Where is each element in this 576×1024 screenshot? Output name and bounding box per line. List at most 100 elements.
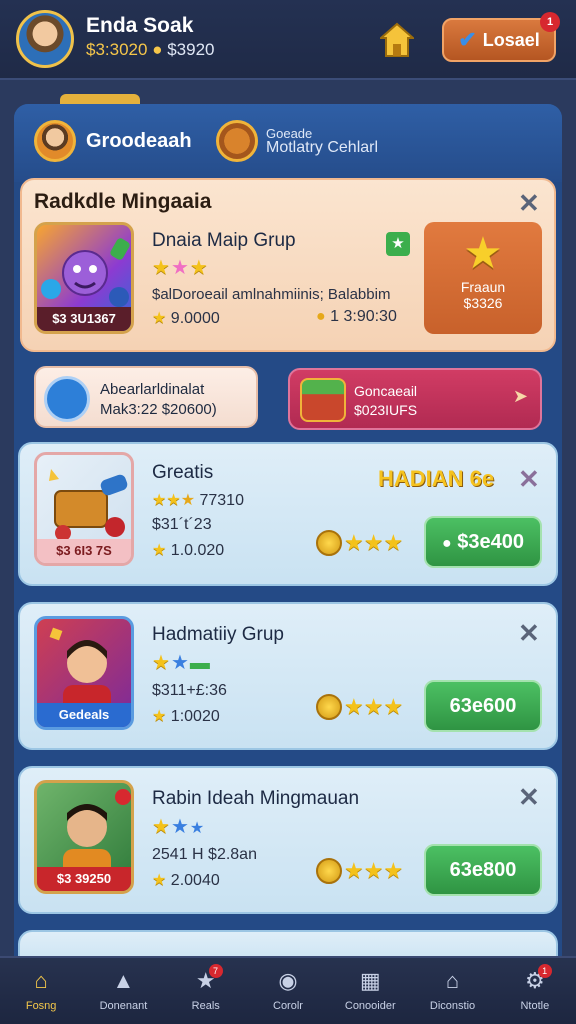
rating-stars: ★★★ bbox=[152, 814, 205, 839]
player-avatar[interactable] bbox=[16, 10, 74, 68]
coin-stars: ★★★ bbox=[316, 694, 403, 720]
rating-stars: ★★▬ bbox=[152, 650, 211, 675]
nav-item-circle[interactable]: ◉ Corolr bbox=[247, 958, 329, 1024]
board-icon: ▦ bbox=[359, 968, 381, 993]
nav-label: Donenant bbox=[99, 1000, 148, 1012]
tab-label: Groodeaah bbox=[86, 129, 192, 152]
stat-right: 1 3:90:30 bbox=[330, 308, 397, 325]
square-icon bbox=[44, 376, 90, 422]
nav-item-reals[interactable]: ★ Reals 7 bbox=[165, 958, 247, 1024]
tab-label: Motlatry Cehlarl bbox=[266, 139, 379, 156]
gift-box-icon bbox=[300, 378, 346, 422]
star-icon: ★★★ bbox=[344, 858, 404, 883]
star-icon: ★ bbox=[152, 310, 167, 327]
game-stat-2: 1.0.020 bbox=[170, 542, 225, 559]
reward-value: $3326 bbox=[463, 295, 503, 311]
promo-line2: $023IUFS bbox=[354, 402, 418, 418]
profile-icon bbox=[34, 120, 76, 162]
game-stat-1: $311+£:36 bbox=[152, 682, 227, 699]
section-title: Radkdle Mingaaia bbox=[34, 190, 212, 213]
coin-icon bbox=[316, 858, 342, 884]
coins-a: $3:3020 bbox=[86, 40, 148, 59]
tab-groodeaah[interactable]: Groodeaah bbox=[34, 120, 192, 162]
rating-text: 77310 bbox=[199, 492, 244, 509]
game-description: $alDoroeail amlnahmiinis; Balabbim bbox=[152, 286, 391, 303]
star-icon: ★ bbox=[152, 872, 167, 889]
notification-badge: 1 bbox=[540, 12, 560, 32]
coin-stars: ★★★ bbox=[316, 530, 403, 556]
check-icon: ✔ bbox=[458, 27, 477, 52]
promo-card-1[interactable]: Abearlarldinalat Mak3:22 $20600) bbox=[34, 366, 258, 428]
game-title: Rabin Ideah Mingmauan bbox=[152, 788, 360, 809]
load-label: Losael bbox=[482, 29, 540, 50]
bottom-nav: ⌂ Fosng ▲ Donenant ★ Reals 7 ◉ Corolr ▦ … bbox=[0, 956, 576, 1024]
nav-label: Corolr bbox=[273, 1000, 303, 1012]
promo-line1: Abearlarldinalat bbox=[100, 381, 205, 398]
game-thumbnail[interactable]: $3 3U1367 bbox=[34, 222, 134, 334]
nav-label: Conooider bbox=[344, 1000, 396, 1012]
big-star-icon: ★ bbox=[463, 229, 503, 278]
nav-item-building[interactable]: ⌂ Diconstio bbox=[411, 958, 493, 1024]
nav-item-cards[interactable]: ▲ Donenant bbox=[82, 958, 164, 1024]
star-icon: ★ bbox=[152, 708, 167, 725]
thumbnail-caption: $3 3U1367 bbox=[37, 307, 131, 331]
event-badge: HADIAN 6e bbox=[378, 466, 495, 491]
rating-stars: ★★★ bbox=[152, 255, 209, 280]
stat-left: 9.0000 bbox=[170, 310, 220, 327]
thumbnail-caption: Gedeals bbox=[37, 703, 131, 727]
game-thumbnail[interactable]: $3 6I3 7S bbox=[34, 452, 134, 566]
play-button-label: $3e400 bbox=[457, 531, 524, 553]
promo-card-2[interactable]: Goncaeail $023IUFS ➤ bbox=[288, 368, 542, 430]
game-title: Greatis bbox=[152, 462, 214, 483]
play-button-label: 63e800 bbox=[449, 859, 517, 881]
game-stat-1: $31´t´23 bbox=[152, 516, 212, 533]
top-bar: Enda Soak $3:3020 ● $3920 ✔ Losael 1 bbox=[0, 0, 576, 80]
star-icon: ★ bbox=[170, 652, 190, 674]
star-icon: ★ bbox=[152, 257, 171, 279]
notification-badge: 1 bbox=[537, 964, 552, 978]
star-icon: ★★★ bbox=[344, 530, 404, 555]
home-icon: ⌂ bbox=[34, 968, 48, 993]
game-thumbnail[interactable]: Gedeals bbox=[34, 616, 134, 730]
reward-button[interactable]: ★ Fraaun $3326 bbox=[424, 222, 542, 334]
close-icon[interactable]: ✕ bbox=[518, 782, 540, 813]
play-button[interactable]: 63e800 bbox=[424, 844, 542, 896]
chest-icon bbox=[216, 120, 258, 162]
coins-b: $3920 bbox=[167, 40, 215, 59]
star-half-icon: ★ bbox=[180, 492, 196, 509]
star-icon: ★ bbox=[189, 820, 206, 837]
nav-item-board[interactable]: ▦ Conooider bbox=[329, 958, 411, 1024]
star-icon: ★ bbox=[152, 542, 167, 559]
play-button[interactable]: 63e600 bbox=[424, 680, 542, 732]
promo-line2: Mak3:22 $20600) bbox=[100, 401, 217, 418]
game-title: Hadmatiiy Grup bbox=[152, 624, 284, 645]
coin-icon: ● bbox=[152, 40, 163, 59]
star-icon: ★ bbox=[152, 816, 171, 838]
cash-icon: ● bbox=[442, 535, 452, 552]
nav-label: Ntotle bbox=[520, 1000, 550, 1012]
game-thumbnail[interactable]: $3 39250 bbox=[34, 780, 134, 894]
close-icon[interactable]: ✕ bbox=[518, 188, 540, 219]
nav-item-home[interactable]: ⌂ Fosng bbox=[0, 958, 82, 1024]
load-button[interactable]: ✔ Losael 1 bbox=[442, 12, 560, 62]
circle-icon: ◉ bbox=[278, 968, 298, 993]
close-icon[interactable]: ✕ bbox=[518, 464, 540, 495]
coin-icon bbox=[316, 694, 342, 720]
thumbnail-caption: $3 6I3 7S bbox=[37, 539, 131, 563]
tab-motlatry[interactable]: Goeade Motlatry Cehlarl bbox=[216, 120, 378, 162]
play-button[interactable]: ● $3e400 bbox=[424, 516, 542, 568]
nav-item-settings[interactable]: ⚙ Ntotle 1 bbox=[494, 958, 576, 1024]
nav-label: Reals bbox=[191, 1000, 220, 1012]
pin-icon: ➤ bbox=[512, 386, 528, 406]
player-coins: $3:3020 ● $3920 bbox=[86, 40, 214, 60]
play-button-label: 63e600 bbox=[449, 695, 517, 717]
coin-icon: ● bbox=[316, 308, 326, 325]
close-icon[interactable]: ✕ bbox=[518, 618, 540, 649]
game-stat-2: 2.0040 bbox=[170, 872, 220, 889]
nav-label: Fosng bbox=[25, 1000, 57, 1012]
building-icon: ⌂ bbox=[445, 968, 460, 993]
card-icon: ▲ bbox=[112, 968, 135, 993]
notification-badge: 7 bbox=[208, 964, 223, 978]
house-icon[interactable] bbox=[380, 22, 414, 58]
star-icon: ★ bbox=[152, 652, 171, 674]
